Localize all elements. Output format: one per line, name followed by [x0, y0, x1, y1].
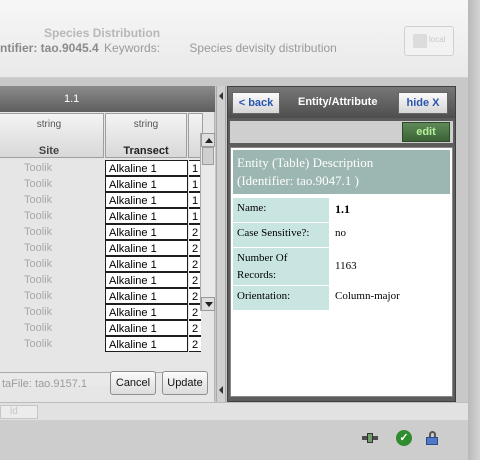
scroll-down-icon[interactable] — [201, 297, 215, 311]
cell-site[interactable]: Toolik — [22, 240, 104, 256]
cell-site[interactable]: Toolik — [22, 224, 104, 240]
field-key: Case Sensitive?: — [233, 223, 329, 247]
bottom-button[interactable]: ld — [0, 405, 38, 419]
field-value: Column-major — [335, 290, 400, 302]
vertical-scrollbar[interactable] — [200, 133, 215, 311]
cell-transect[interactable]: Alkaline 1 — [105, 256, 188, 272]
column-type: string — [133, 119, 159, 130]
cell-site[interactable]: Toolik — [22, 176, 104, 192]
package-title: Species Distribution — [44, 26, 161, 40]
cell-site[interactable]: Toolik — [22, 192, 104, 208]
entity-toolbar: edit — [230, 121, 453, 143]
table-row[interactable]: Toolik Alkaline 12 — [0, 336, 201, 352]
column-header-transect[interactable]: string Transect — [105, 113, 187, 158]
cell-transect[interactable]: Alkaline 1 — [105, 240, 188, 256]
network-icon — [362, 430, 378, 446]
cell-transect[interactable]: Alkaline 1 — [105, 336, 188, 352]
package-info-line: ntifier: tao.9045.4 Keywords: Species de… — [0, 41, 337, 55]
field-key: Name: — [233, 198, 329, 222]
table-row[interactable]: Toolik Alkaline 11 — [0, 208, 201, 224]
table-row[interactable]: Toolik Alkaline 12 — [0, 256, 201, 272]
cell-site[interactable]: Toolik — [22, 272, 104, 288]
column-type: string — [36, 119, 62, 130]
table-row[interactable]: Toolik Alkaline 11 — [0, 176, 201, 192]
table-row[interactable]: Toolik Alkaline 11 — [0, 160, 201, 176]
entity-heading: Entity (Table) Description (Identifier: … — [233, 150, 450, 194]
entity-attribute-panel: < back Entity/Attribute hide X edit Enti… — [227, 86, 456, 402]
panel-splitter[interactable] — [216, 86, 226, 402]
table-row[interactable]: Toolik Alkaline 11 — [0, 192, 201, 208]
field-key-line: Number Of — [237, 252, 288, 264]
field-key: Orientation: — [233, 286, 329, 310]
lock-icon — [424, 430, 440, 446]
cell-next[interactable]: 2 — [189, 320, 201, 336]
datafile-label: taFile: tao.9157.1 — [2, 378, 88, 390]
field-key-line: Records: — [237, 269, 277, 281]
keywords-value: Species devisity distribution — [189, 41, 337, 55]
local-icon — [413, 34, 427, 48]
cell-transect[interactable]: Alkaline 1 — [105, 304, 188, 320]
bottom-toolbar: ld — [0, 402, 468, 420]
data-table-titlebar: 1.1 — [0, 86, 215, 112]
table-row[interactable]: Toolik Alkaline 12 — [0, 288, 201, 304]
field-key: Number Of Records: — [233, 248, 329, 285]
cell-transect[interactable]: Alkaline 1 — [105, 320, 188, 336]
cell-site[interactable]: Toolik — [22, 320, 104, 336]
cell-transect[interactable]: Alkaline 1 — [105, 192, 188, 208]
table-row[interactable]: Toolik Alkaline 12 — [0, 304, 201, 320]
table-row[interactable]: Toolik Alkaline 12 — [0, 272, 201, 288]
update-button[interactable]: Update — [162, 371, 208, 395]
cell-site[interactable]: Toolik — [22, 304, 104, 320]
field-number-of-records: Number Of Records: 1163 — [233, 248, 450, 285]
cell-transect[interactable]: Alkaline 1 — [105, 160, 188, 176]
column-header-site[interactable]: string Site — [0, 113, 104, 158]
cell-site[interactable]: Toolik — [22, 256, 104, 272]
field-orientation: Orientation: Column-major — [233, 286, 450, 310]
cell-site[interactable]: Toolik — [22, 208, 104, 224]
field-name: Name: 1.1 — [233, 198, 450, 222]
entity-identifier: (Identifier: tao.9047.1 ) — [237, 173, 360, 188]
table-row[interactable]: Toolik Alkaline 12 — [0, 240, 201, 256]
cancel-button[interactable]: Cancel — [110, 371, 156, 395]
table-row[interactable]: Toolik Alkaline 12 — [0, 224, 201, 240]
cell-transect[interactable]: Alkaline 1 — [105, 224, 188, 240]
data-table-panel: 1.1 string Site string Transect Toolik Al… — [0, 86, 215, 402]
keywords-label: Keywords: — [104, 41, 161, 55]
column-name: Site — [38, 145, 60, 157]
collapse-arrow-icon[interactable] — [219, 92, 223, 100]
entity-description: Entity (Table) Description (Identifier: … — [230, 147, 453, 397]
window-header: Species Distribution ntifier: tao.9045.4… — [0, 0, 468, 78]
scrollbar-thumb[interactable] — [202, 147, 214, 165]
scroll-up-icon[interactable] — [201, 133, 215, 147]
window-edge — [468, 0, 480, 460]
hide-button[interactable]: hide X — [398, 92, 448, 114]
column-name: Transect — [123, 145, 169, 157]
field-value: 1163 — [335, 260, 357, 272]
field-value: no — [335, 227, 346, 239]
cell-site[interactable]: Toolik — [22, 336, 104, 352]
cell-transect[interactable]: Alkaline 1 — [105, 176, 188, 192]
entity-panel-titlebar: < back Entity/Attribute hide X — [228, 87, 455, 118]
field-case-sensitive: Case Sensitive?: no — [233, 223, 450, 247]
cell-transect[interactable]: Alkaline 1 — [105, 208, 188, 224]
entity-panel-title: Entity/Attribute — [298, 96, 378, 108]
cell-site[interactable]: Toolik — [22, 160, 104, 176]
collapse-arrow-icon[interactable] — [219, 386, 223, 394]
data-table-title: 1.1 — [64, 93, 80, 105]
cell-transect[interactable]: Alkaline 1 — [105, 288, 188, 304]
status-bar: ✓ — [0, 420, 468, 460]
cell-next[interactable]: 2 — [189, 336, 201, 352]
check-icon: ✓ — [396, 430, 412, 446]
table-row[interactable]: Toolik Alkaline 12 — [0, 320, 201, 336]
back-button[interactable]: < back — [232, 92, 280, 114]
local-badge[interactable]: local — [404, 26, 454, 56]
package-identifier: ntifier: tao.9045.4 — [0, 41, 99, 55]
cell-transect[interactable]: Alkaline 1 — [105, 272, 188, 288]
entity-heading-title: Entity (Table) Description — [237, 155, 374, 170]
field-value: 1.1 — [335, 202, 350, 216]
local-badge-label: local — [429, 35, 446, 44]
cell-site[interactable]: Toolik — [22, 288, 104, 304]
edit-button[interactable]: edit — [402, 122, 450, 142]
